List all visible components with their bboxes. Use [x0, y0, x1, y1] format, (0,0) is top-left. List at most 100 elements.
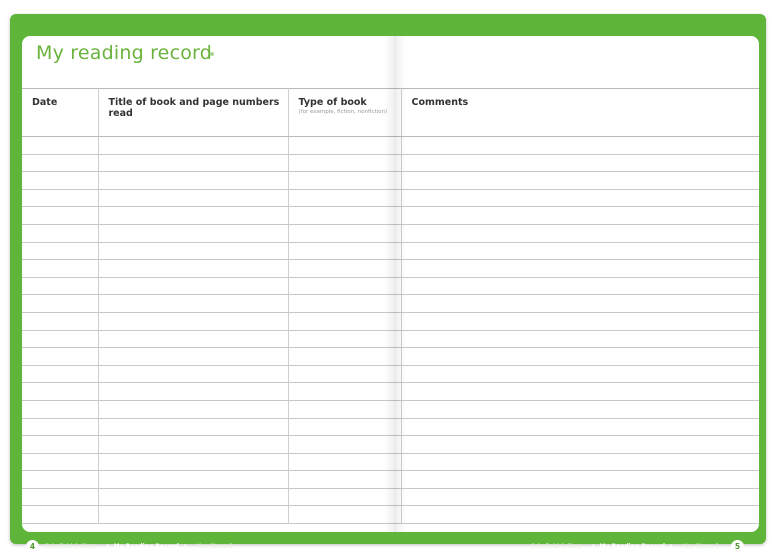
- type-cell[interactable]: [288, 259, 402, 278]
- comments-cell[interactable]: [401, 418, 759, 437]
- type-cell[interactable]: [288, 330, 402, 349]
- type-cell[interactable]: [288, 312, 402, 331]
- date-cell[interactable]: [22, 347, 99, 366]
- title-cell[interactable]: [98, 330, 289, 349]
- comments-cell[interactable]: [401, 242, 759, 261]
- title-cell[interactable]: [98, 206, 289, 225]
- table-row: [22, 136, 759, 155]
- title-cell[interactable]: [98, 505, 289, 525]
- date-cell[interactable]: [22, 505, 99, 525]
- type-cell[interactable]: [288, 206, 402, 225]
- date-cell[interactable]: [22, 294, 99, 313]
- title-cell[interactable]: [98, 259, 289, 278]
- comments-cell[interactable]: [401, 154, 759, 173]
- title-cell[interactable]: [98, 488, 289, 507]
- comments-cell[interactable]: [401, 505, 759, 525]
- column-header-comments: Comments: [401, 88, 759, 137]
- comments-cell[interactable]: [401, 488, 759, 507]
- comments-cell[interactable]: [401, 470, 759, 489]
- type-cell[interactable]: [288, 154, 402, 173]
- comments-cell[interactable]: [401, 435, 759, 454]
- title-cell[interactable]: [98, 189, 289, 208]
- table-row: [22, 347, 759, 366]
- date-cell[interactable]: [22, 224, 99, 243]
- title-cell[interactable]: [98, 277, 289, 296]
- comments-cell[interactable]: [401, 330, 759, 349]
- table-row: [22, 277, 759, 296]
- type-cell[interactable]: [288, 400, 402, 419]
- title-cell[interactable]: [98, 418, 289, 437]
- comments-cell[interactable]: [401, 259, 759, 278]
- date-cell[interactable]: [22, 400, 99, 419]
- date-cell[interactable]: [22, 435, 99, 454]
- comments-cell[interactable]: [401, 224, 759, 243]
- title-cell[interactable]: [98, 365, 289, 384]
- date-cell[interactable]: [22, 470, 99, 489]
- type-cell[interactable]: [288, 435, 402, 454]
- title-cell[interactable]: [98, 242, 289, 261]
- type-cell[interactable]: [288, 418, 402, 437]
- comments-cell[interactable]: [401, 206, 759, 225]
- title-cell[interactable]: [98, 154, 289, 173]
- type-cell[interactable]: [288, 189, 402, 208]
- date-cell[interactable]: [22, 242, 99, 261]
- footer-separator: •: [105, 542, 110, 550]
- date-cell[interactable]: [22, 382, 99, 401]
- date-cell[interactable]: [22, 206, 99, 225]
- type-cell[interactable]: [288, 382, 402, 401]
- type-cell[interactable]: [288, 488, 402, 507]
- table-row: [22, 435, 759, 454]
- date-cell[interactable]: [22, 365, 99, 384]
- table-row: [22, 365, 759, 384]
- type-cell[interactable]: [288, 453, 402, 472]
- title-cell[interactable]: [98, 400, 289, 419]
- column-header-date: Date: [22, 88, 99, 137]
- table-row: [22, 154, 759, 173]
- type-cell[interactable]: [288, 171, 402, 190]
- date-cell[interactable]: [22, 453, 99, 472]
- type-cell[interactable]: [288, 365, 402, 384]
- title-cell[interactable]: [98, 312, 289, 331]
- date-cell[interactable]: [22, 488, 99, 507]
- comments-cell[interactable]: [401, 365, 759, 384]
- date-cell[interactable]: [22, 171, 99, 190]
- date-cell[interactable]: [22, 189, 99, 208]
- title-cell[interactable]: [98, 382, 289, 401]
- table-row: [22, 171, 759, 190]
- type-cell[interactable]: [288, 294, 402, 313]
- type-cell[interactable]: [288, 505, 402, 525]
- comments-cell[interactable]: [401, 347, 759, 366]
- comments-cell[interactable]: [401, 453, 759, 472]
- title-cell[interactable]: [98, 453, 289, 472]
- date-cell[interactable]: [22, 277, 99, 296]
- title-cell[interactable]: [98, 470, 289, 489]
- title-cell[interactable]: [98, 224, 289, 243]
- comments-cell[interactable]: [401, 294, 759, 313]
- table-row: [22, 382, 759, 401]
- type-cell[interactable]: [288, 136, 402, 155]
- type-cell[interactable]: [288, 470, 402, 489]
- type-cell[interactable]: [288, 224, 402, 243]
- comments-cell[interactable]: [401, 312, 759, 331]
- comments-cell[interactable]: [401, 136, 759, 155]
- comments-cell[interactable]: [401, 171, 759, 190]
- comments-cell[interactable]: [401, 400, 759, 419]
- date-cell[interactable]: [22, 136, 99, 155]
- type-cell[interactable]: [288, 347, 402, 366]
- type-cell[interactable]: [288, 242, 402, 261]
- type-cell[interactable]: [288, 277, 402, 296]
- title-cell[interactable]: [98, 136, 289, 155]
- date-cell[interactable]: [22, 418, 99, 437]
- comments-cell[interactable]: [401, 189, 759, 208]
- title-cell[interactable]: [98, 347, 289, 366]
- comments-cell[interactable]: [401, 277, 759, 296]
- title-cell[interactable]: [98, 294, 289, 313]
- title-cell[interactable]: [98, 171, 289, 190]
- date-cell[interactable]: [22, 330, 99, 349]
- date-cell[interactable]: [22, 259, 99, 278]
- date-cell[interactable]: [22, 312, 99, 331]
- comments-cell[interactable]: [401, 382, 759, 401]
- title-cell[interactable]: [98, 435, 289, 454]
- table-row: [22, 294, 759, 313]
- date-cell[interactable]: [22, 154, 99, 173]
